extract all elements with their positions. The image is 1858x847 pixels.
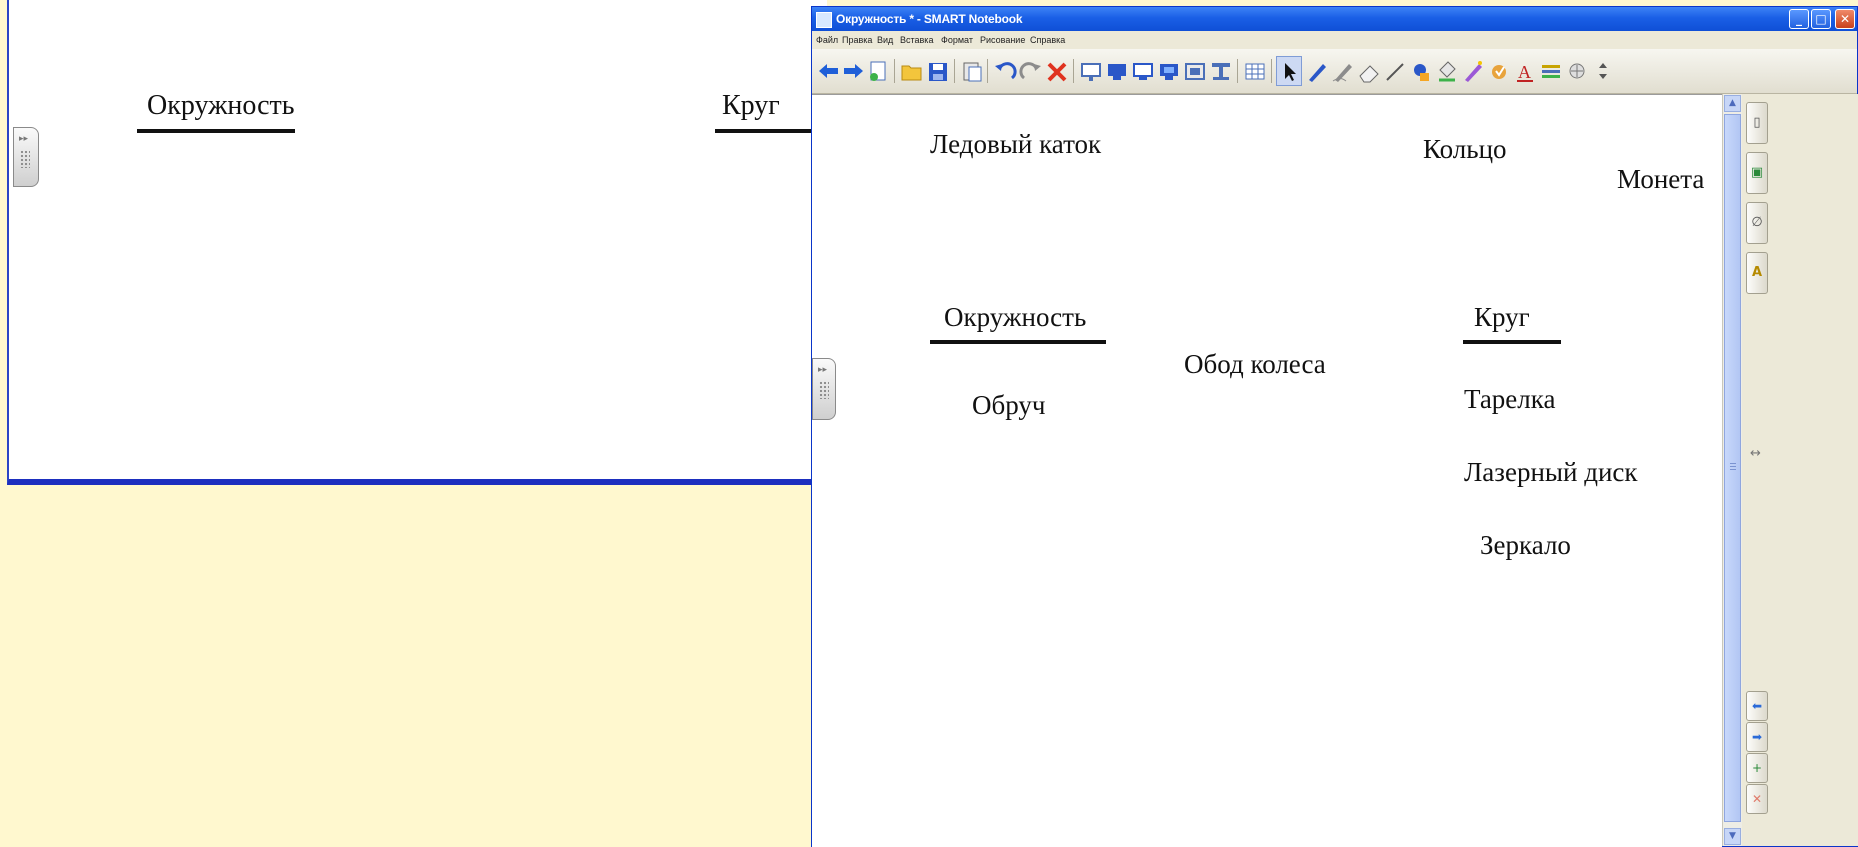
resize-panel-icon[interactable]: ↔ xyxy=(1750,446,1761,461)
word-ice-rink[interactable]: Ледовый каток xyxy=(930,129,1101,160)
menu-draw[interactable]: Рисование xyxy=(980,35,1025,45)
toolbar-separator xyxy=(1271,59,1272,83)
menu-help[interactable]: Справка xyxy=(1030,35,1065,45)
add-page-icon[interactable]: + xyxy=(1746,753,1768,783)
undo-icon[interactable] xyxy=(992,56,1018,86)
display-icon[interactable] xyxy=(1156,56,1182,86)
minimize-button[interactable]: _ xyxy=(1789,9,1809,29)
disk-heading[interactable]: Круг xyxy=(1474,302,1530,333)
scroll-thumb[interactable] xyxy=(1724,114,1741,822)
open-folder-icon[interactable] xyxy=(899,56,925,86)
move-toolbar-icon[interactable] xyxy=(1564,56,1590,86)
page-icon[interactable] xyxy=(865,56,891,86)
grip-icon xyxy=(20,150,30,168)
properties-icon[interactable] xyxy=(1538,56,1564,86)
menu-insert[interactable]: Вставка xyxy=(900,35,933,45)
capture-icon[interactable] xyxy=(1182,56,1208,86)
side-panel-collapse-tab[interactable]: ▸▸ xyxy=(13,127,39,187)
gallery-icon[interactable]: ▣ xyxy=(1746,152,1768,194)
pen-icon[interactable] xyxy=(1304,56,1330,86)
save-icon[interactable] xyxy=(925,56,951,86)
toolbar-separator xyxy=(1073,59,1074,83)
disk-word-background: Круг xyxy=(722,90,780,121)
shape-icon[interactable] xyxy=(1408,56,1434,86)
recognition-icon[interactable] xyxy=(1486,56,1512,86)
forward-arrow-icon[interactable] xyxy=(840,56,866,86)
circle-heading[interactable]: Окружность xyxy=(944,302,1086,333)
eraser-icon[interactable] xyxy=(1356,56,1382,86)
word-coin[interactable]: Монета xyxy=(1617,164,1704,195)
disk-underline-background xyxy=(715,129,823,133)
smart-notebook-window: Окружность * - SMART Notebook _ □ ✕ Файл… xyxy=(811,6,1858,847)
expand-arrows-icon: ▸▸ xyxy=(818,365,828,375)
forward-arrow-icon[interactable]: ➡ xyxy=(1746,722,1768,752)
close-button[interactable]: ✕ xyxy=(1835,9,1855,29)
scroll-down-button[interactable]: ▼ xyxy=(1724,828,1741,845)
fill-icon[interactable] xyxy=(1434,56,1460,86)
toolbar-separator xyxy=(894,59,895,83)
select-arrow-icon[interactable] xyxy=(1276,56,1302,86)
menu-bar: Файл Правка Вид Вставка Формат Рисование… xyxy=(812,32,1857,49)
background-notebook-window: Окружность Круг ▸▸ xyxy=(7,0,827,485)
creative-pen-icon[interactable] xyxy=(1330,56,1356,86)
side-tabs-panel: ▯ ▣ ∅ A ↔ ⬅ ➡ + ✕ xyxy=(1742,94,1858,846)
toolbar-separator xyxy=(1237,59,1238,83)
word-mirror[interactable]: Зеркало xyxy=(1480,530,1571,561)
full-screen-icon[interactable] xyxy=(1104,56,1130,86)
back-arrow-icon[interactable]: ⬅ xyxy=(1746,691,1768,721)
redo-icon[interactable] xyxy=(1018,56,1044,86)
grip-icon xyxy=(819,381,829,399)
disk-heading-underline xyxy=(1463,340,1561,344)
menu-file[interactable]: Файл xyxy=(816,35,838,45)
menu-view[interactable]: Вид xyxy=(877,35,893,45)
properties-icon[interactable]: A xyxy=(1746,252,1768,294)
toolbar-separator xyxy=(987,59,988,83)
expand-arrows-icon: ▸▸ xyxy=(19,134,29,144)
toolbar-more-icon[interactable] xyxy=(1590,56,1616,86)
menu-format[interactable]: Формат xyxy=(941,35,973,45)
menu-edit[interactable]: Правка xyxy=(842,35,872,45)
table-icon[interactable] xyxy=(1242,56,1268,86)
vertical-scrollbar[interactable]: ▲ ▼ xyxy=(1722,94,1743,846)
word-laser-disc[interactable]: Лазерный диск xyxy=(1464,457,1638,488)
word-wheel-rim[interactable]: Обод колеса xyxy=(1184,349,1326,380)
circle-underline-background xyxy=(137,129,295,133)
back-arrow-icon[interactable] xyxy=(816,56,842,86)
line-icon[interactable] xyxy=(1382,56,1408,86)
screen-shade-icon[interactable] xyxy=(1078,56,1104,86)
window-title: Окружность * - SMART Notebook xyxy=(836,12,1023,26)
word-ring[interactable]: Кольцо xyxy=(1423,134,1507,165)
delete-icon[interactable] xyxy=(1044,56,1070,86)
smart-notebook-app-icon xyxy=(816,12,832,28)
whiteboard-page[interactable]: Ледовый каток Кольцо Монета Окружность К… xyxy=(812,94,1722,847)
page-sorter-icon[interactable]: ▯ xyxy=(1746,102,1768,144)
scroll-up-button[interactable]: ▲ xyxy=(1724,95,1741,112)
side-panel-collapse-tab[interactable]: ▸▸ xyxy=(812,358,836,420)
main-toolbar: A xyxy=(812,49,1857,94)
paste-icon[interactable] xyxy=(959,56,985,86)
scroll-grip-icon xyxy=(1730,463,1736,471)
document-camera-icon[interactable] xyxy=(1208,56,1234,86)
word-plate[interactable]: Тарелка xyxy=(1464,384,1555,415)
delete-page-icon[interactable]: ✕ xyxy=(1746,784,1768,814)
circle-word-background: Окружность xyxy=(147,90,295,121)
dual-page-icon[interactable] xyxy=(1130,56,1156,86)
toolbar-separator xyxy=(954,59,955,83)
maximize-button[interactable]: □ xyxy=(1811,9,1831,29)
magic-pen-icon[interactable] xyxy=(1460,56,1486,86)
circle-heading-underline xyxy=(930,340,1106,344)
word-hoop[interactable]: Обруч xyxy=(972,390,1045,421)
title-bar[interactable]: Окружность * - SMART Notebook _ □ ✕ xyxy=(812,7,1857,31)
text-tool-letter: A xyxy=(1518,62,1531,82)
attachments-icon[interactable]: ∅ xyxy=(1746,202,1768,244)
text-icon[interactable]: A xyxy=(1512,56,1538,86)
